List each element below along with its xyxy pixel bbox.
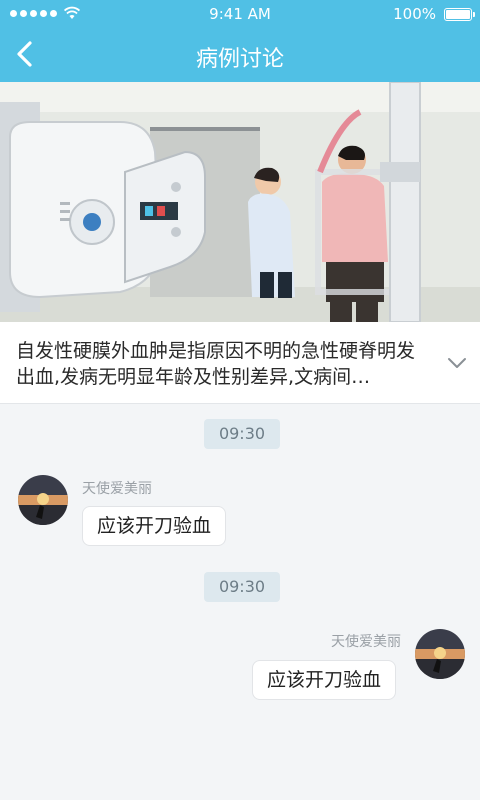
page-title: 病例讨论 bbox=[195, 47, 284, 72]
battery-percent: 100% bbox=[393, 5, 436, 23]
message-bubble[interactable]: 应该开刀验血 bbox=[82, 506, 227, 546]
message-timestamp: 09:30 bbox=[204, 572, 280, 602]
message-bubble[interactable]: 应该开刀验血 bbox=[251, 660, 396, 700]
medical-xray-photo bbox=[0, 82, 480, 322]
case-summary-text: 自发性硬膜外血肿是指原因不明的急性硬脊明发出血,发病无明显年龄及性别差异,文病间… bbox=[16, 340, 416, 388]
sunset-avatar bbox=[415, 629, 465, 679]
status-bar: 9:41 AM 100% bbox=[0, 0, 480, 28]
case-summary: 自发性硬膜外血肿是指原因不明的急性硬脊明发出血,发病无明显年龄及性别差异,文病间… bbox=[0, 322, 480, 404]
case-hero-image bbox=[0, 82, 480, 322]
message-timestamp: 09:30 bbox=[204, 419, 280, 449]
sunset-avatar bbox=[18, 475, 68, 525]
sender-name: 天使爱美丽 bbox=[331, 634, 401, 650]
battery-icon bbox=[444, 8, 475, 21]
sender-name: 天使爱美丽 bbox=[82, 481, 152, 497]
avatar[interactable] bbox=[415, 629, 465, 679]
nav-bar: 病例讨论 bbox=[0, 28, 480, 82]
avatar[interactable] bbox=[18, 475, 68, 525]
chevron-down-icon[interactable] bbox=[446, 352, 468, 374]
